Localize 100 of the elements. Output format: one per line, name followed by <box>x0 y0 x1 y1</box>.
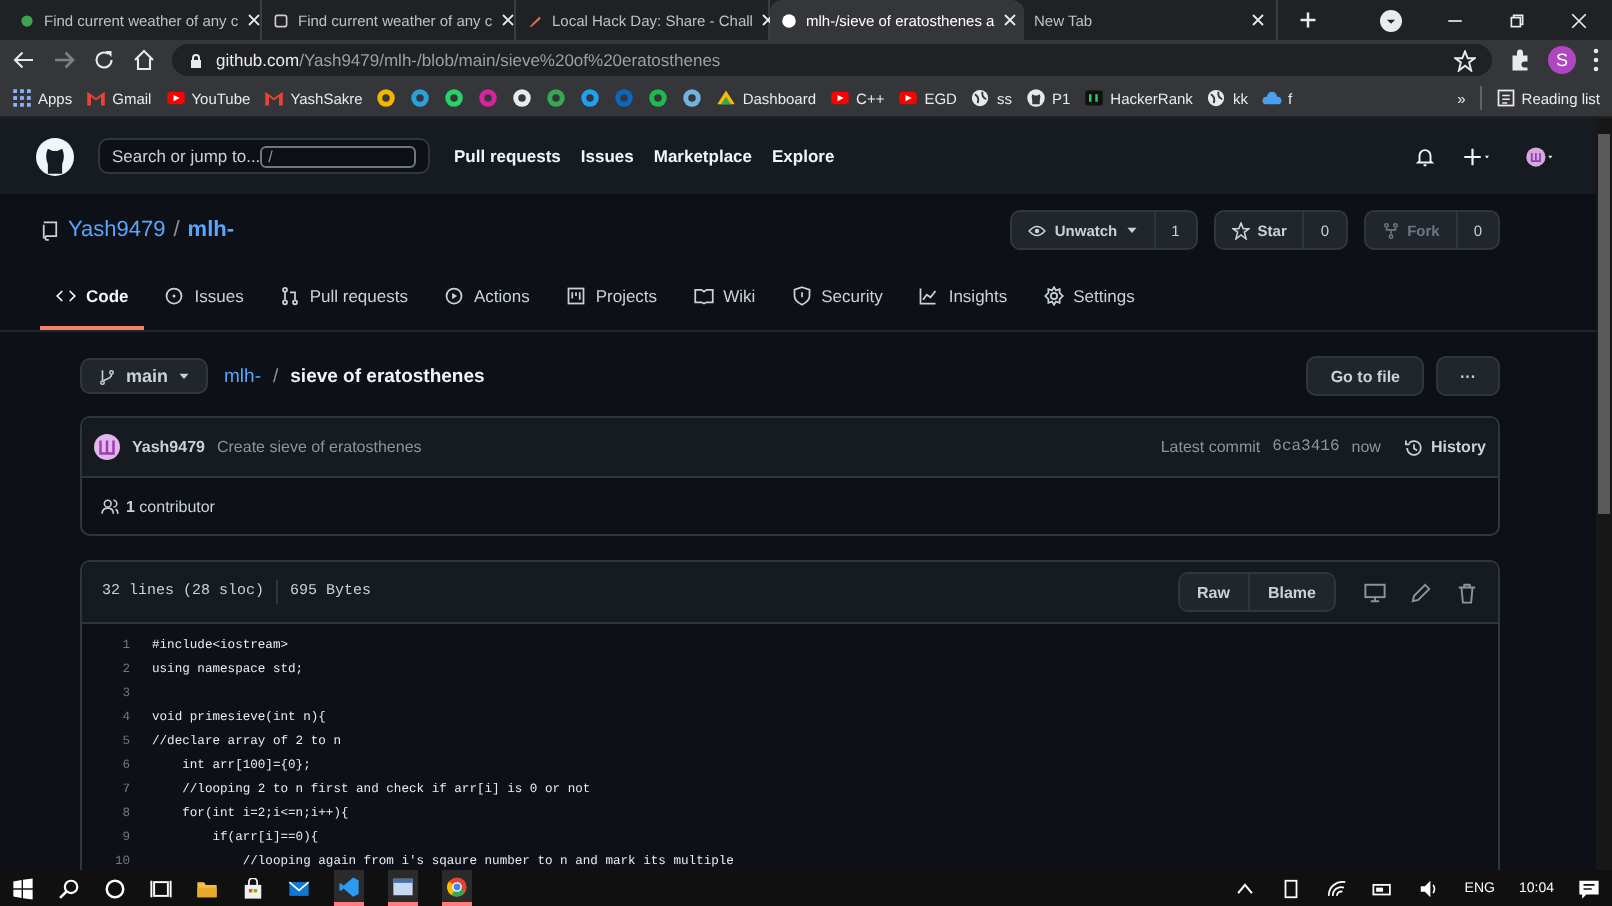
bookmark-icon[interactable] <box>444 88 465 108</box>
favicon-icon <box>18 11 36 29</box>
close-icon[interactable] <box>246 12 263 28</box>
mail-icon <box>264 88 285 108</box>
bookmark-icon[interactable] <box>682 88 703 108</box>
maximize-icon[interactable] <box>1508 11 1526 29</box>
bookmark-icon[interactable] <box>512 88 533 108</box>
repo-tab[interactable]: Projects <box>549 266 674 330</box>
close-icon[interactable] <box>1570 11 1588 29</box>
trash-icon[interactable] <box>1456 581 1478 603</box>
notification-icon[interactable] <box>1578 877 1600 899</box>
close-icon[interactable] <box>1002 12 1019 28</box>
bookmark-icon[interactable] <box>410 88 431 108</box>
wifi-icon[interactable] <box>1326 877 1349 899</box>
scrollbar-thumb[interactable] <box>1598 134 1610 514</box>
contributor-count[interactable]: 1 contributor <box>126 497 215 515</box>
reload-icon[interactable] <box>92 48 116 72</box>
caret-icon <box>178 370 191 382</box>
favicon-icon <box>780 11 798 29</box>
avatar-icon[interactable] <box>94 434 120 460</box>
file-action-button[interactable]: Raw <box>1179 574 1248 610</box>
nav-link[interactable]: Issues <box>580 146 634 166</box>
more-icon[interactable] <box>1592 48 1600 72</box>
url-text: github.com/Yash9479/mlh-/blob/main/sieve%20of%20eratosthenes <box>216 50 721 70</box>
play-icon <box>443 286 464 306</box>
nav-link[interactable]: Marketplace <box>653 146 752 166</box>
shopping-bag-icon[interactable] <box>242 877 264 899</box>
book-icon <box>693 286 714 306</box>
bookmark-icon[interactable] <box>376 88 397 108</box>
task-view-icon[interactable] <box>150 877 172 899</box>
close-icon[interactable] <box>1250 12 1266 28</box>
extensions-icon[interactable] <box>1508 48 1532 72</box>
back-icon[interactable] <box>12 48 36 72</box>
close-icon[interactable] <box>500 12 517 28</box>
envelope-icon[interactable] <box>288 877 310 899</box>
code-icon <box>56 286 76 306</box>
repo-tab[interactable]: Settings <box>1027 266 1151 330</box>
commit-time: now <box>1351 438 1381 456</box>
globe-icon <box>1206 88 1227 108</box>
profile-avatar[interactable]: S <box>1548 46 1576 74</box>
device-icon[interactable] <box>1280 877 1303 899</box>
path-separator: / <box>173 218 180 242</box>
triangle-icon <box>716 88 737 108</box>
repo-owner-link[interactable]: Yash9479 <box>68 218 166 242</box>
browser-icon[interactable] <box>446 875 468 897</box>
shortcut-key: / <box>260 145 416 167</box>
more-options-button[interactable]: ··· <box>1436 356 1500 396</box>
repo-tab[interactable]: Wiki <box>677 266 772 330</box>
repo-tab[interactable]: Issues <box>148 266 260 330</box>
mail-icon <box>86 88 107 108</box>
gear-icon <box>1043 286 1064 306</box>
folder-icon[interactable] <box>196 877 218 899</box>
repo-name-link[interactable]: mlh- <box>187 218 235 242</box>
media-control-icon[interactable] <box>1380 9 1402 31</box>
pull-request-icon <box>279 286 300 306</box>
issue-icon <box>164 286 185 306</box>
forward-icon[interactable] <box>52 48 76 72</box>
window-icon[interactable] <box>392 875 414 897</box>
new-tab-icon[interactable] <box>1298 10 1318 30</box>
commit-message[interactable]: Create sieve of eratosthenes <box>216 438 422 456</box>
address-bar[interactable]: github.com/Yash9479/mlh-/blob/main/sieve%20of%20eratosthenes <box>172 44 1492 76</box>
search-field[interactable]: Search or jump to... / <box>98 138 430 174</box>
commit-author[interactable]: Yash9479 <box>132 438 205 456</box>
nav-link[interactable]: Pull requests <box>454 146 561 166</box>
speaker-icon[interactable] <box>1418 877 1441 899</box>
repo-tab[interactable]: Insights <box>902 266 1024 330</box>
code-editor-icon[interactable] <box>338 875 360 897</box>
file-name: sieve of eratosthenes <box>290 365 485 387</box>
star-icon <box>1231 221 1250 239</box>
list-icon <box>1495 88 1516 108</box>
latest-commit-label: Latest commit <box>1160 438 1261 456</box>
cloud-icon <box>1261 88 1282 108</box>
lock-icon <box>188 51 204 69</box>
repo-tab[interactable]: Actions <box>427 266 546 330</box>
history-icon <box>1404 437 1425 457</box>
file-action-button[interactable]: Blame <box>1247 574 1334 610</box>
home-icon[interactable] <box>132 48 156 72</box>
bookmark-icon[interactable] <box>580 88 601 108</box>
repo-tab[interactable]: Security <box>775 266 899 330</box>
project-board-icon <box>565 286 586 306</box>
desktop-icon[interactable] <box>1364 581 1386 603</box>
bookmark-star-icon[interactable] <box>1454 49 1476 71</box>
commit-sha[interactable]: 6ca3416 <box>1272 438 1340 456</box>
go-to-file-button[interactable]: Go to file <box>1306 356 1424 396</box>
branch-icon <box>98 367 116 385</box>
circle-icon[interactable] <box>104 877 126 899</box>
search-icon[interactable] <box>58 877 80 899</box>
pencil-icon[interactable] <box>1410 581 1432 603</box>
repo-link[interactable]: mlh- <box>224 365 261 387</box>
globe-icon <box>970 88 991 108</box>
repo-tab[interactable]: Pull requests <box>263 266 424 330</box>
history-link[interactable]: History <box>1404 437 1486 457</box>
repo-icon <box>40 219 60 241</box>
favicon-icon <box>272 11 290 29</box>
bookmark-icon[interactable] <box>648 88 669 108</box>
bell-icon[interactable] <box>1414 145 1436 167</box>
path-separator: / <box>273 365 279 387</box>
nav-link[interactable]: Explore <box>772 146 835 166</box>
windows-start-icon[interactable] <box>12 877 34 899</box>
branch-selector[interactable]: main <box>80 358 209 394</box>
